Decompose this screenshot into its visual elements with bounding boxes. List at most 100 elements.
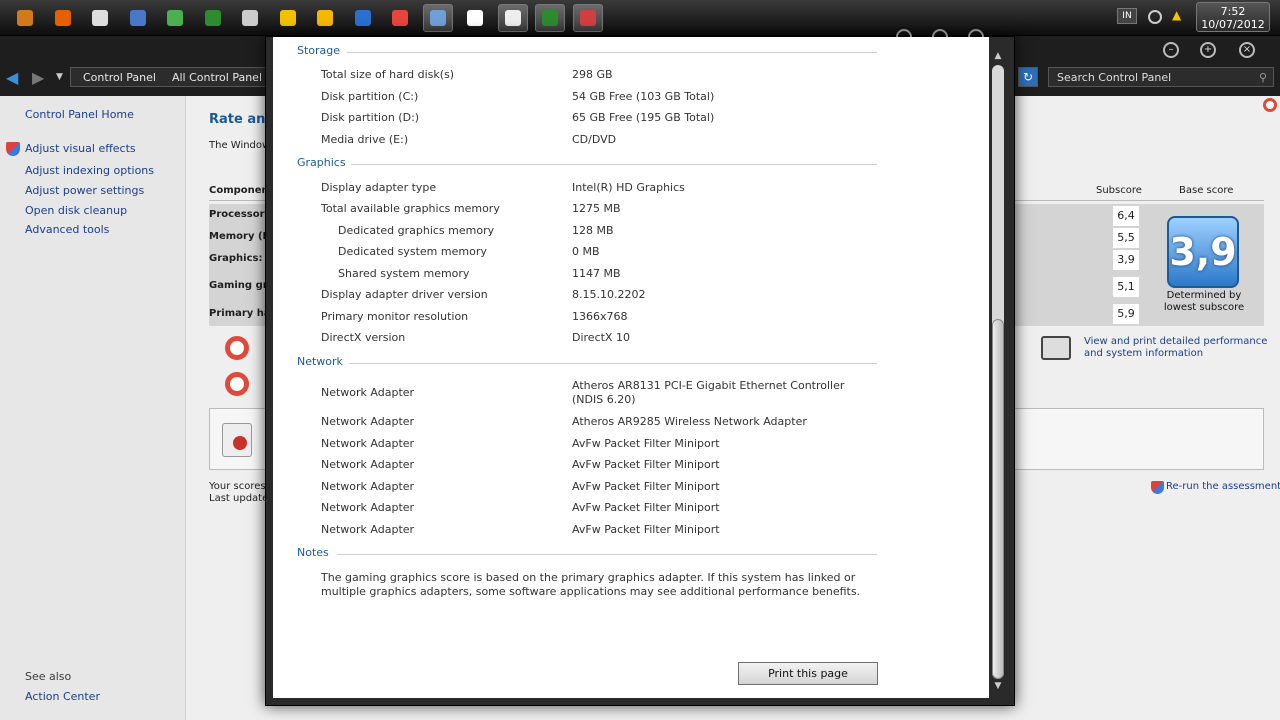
storage-row-value: 298 GB — [572, 68, 613, 81]
network-row-value: AvFw Packet Filter Miniport — [572, 480, 720, 493]
printer-icon[interactable] — [1041, 336, 1071, 360]
power-icon[interactable] — [1148, 10, 1162, 24]
close-button[interactable]: × — [1239, 42, 1255, 58]
inkscape-icon — [242, 10, 258, 26]
back-arrow-icon[interactable]: ◀ — [6, 68, 18, 87]
graphics-row-value: 0 MB — [572, 245, 600, 258]
blackberry-icon — [92, 10, 108, 26]
section-divider — [347, 52, 877, 53]
graphics-row-label: Shared system memory — [338, 267, 470, 280]
storage-row-value: CD/DVD — [572, 133, 617, 146]
taskbar: IN ▲ 7:52 10/07/2012 — [0, 0, 1280, 36]
section-divider — [351, 164, 877, 165]
lifebuoy-icon[interactable] — [225, 336, 249, 360]
graphics-row-label: Display adapter driver version — [321, 288, 488, 301]
breadcrumb-control-panel[interactable]: Control Panel — [75, 71, 164, 84]
graphics-row-value: 1147 MB — [572, 267, 621, 280]
network-row-label: Network Adapter — [321, 458, 415, 471]
search-icon[interactable]: ⚲ — [1259, 71, 1267, 84]
section-notes: Notes — [297, 546, 329, 559]
component-graphics: Graphics: — [209, 253, 263, 264]
taskbar-button[interactable] — [85, 4, 115, 32]
notes-text: The gaming graphics score is based on th… — [321, 571, 861, 598]
network-row-label: Network Adapter — [321, 437, 415, 450]
disk-icon — [579, 10, 596, 26]
system-details-dialog: Storage Total size of hard disk(s) 298 G… — [265, 29, 1015, 706]
taskbar-button[interactable] — [460, 4, 490, 32]
taskbar-button[interactable] — [123, 4, 153, 32]
sidebar-advanced-tools[interactable]: Advanced tools — [25, 223, 109, 236]
help-icon[interactable] — [1263, 98, 1277, 112]
see-also-heading: See also — [25, 670, 72, 683]
docs-icon — [129, 10, 146, 26]
clock-app-icon — [467, 10, 483, 26]
cloud-icon — [167, 10, 183, 26]
taskbar-button[interactable] — [535, 4, 565, 32]
subscore-gaming-graphics: 5,1 — [1113, 277, 1139, 297]
forward-arrow-icon[interactable]: ▶ — [32, 68, 44, 87]
sidebar-open-disk-cleanup[interactable]: Open disk cleanup — [25, 204, 127, 217]
view-print-details-link[interactable]: View and print detailed performance and … — [1084, 336, 1274, 360]
graphics-row-value: 8.15.10.2202 — [572, 288, 646, 301]
storage-row-value: 65 GB Free (195 GB Total) — [572, 111, 715, 124]
taskbar-button[interactable] — [385, 4, 415, 32]
scroll-track[interactable] — [992, 65, 1004, 679]
taskbar-button[interactable] — [160, 4, 190, 32]
graphics-row-label: DirectX version — [321, 331, 406, 344]
recent-pages-chevron-icon[interactable]: ▼ — [56, 72, 63, 82]
sidebar-adjust-indexing-options[interactable]: Adjust indexing options — [25, 164, 154, 177]
explorer-icon — [429, 10, 446, 26]
taskbar-button[interactable] — [422, 4, 453, 32]
network-row-value: AvFw Packet Filter Miniport — [572, 523, 720, 536]
taskbar-button[interactable] — [10, 4, 40, 32]
language-indicator[interactable]: IN — [1117, 8, 1137, 24]
taskbar-button[interactable] — [497, 4, 528, 32]
vertical-scrollbar[interactable]: ▲ ▼ — [989, 49, 1007, 699]
taskbar-button[interactable] — [572, 4, 603, 32]
shield-icon — [6, 142, 20, 156]
graphics-row-value: Intel(R) HD Graphics — [572, 181, 685, 194]
search-placeholder: Search Control Panel — [1057, 71, 1172, 84]
scroll-thumb[interactable] — [992, 319, 1004, 679]
print-page-button[interactable]: Print this page — [738, 662, 878, 685]
taskbar-button[interactable] — [235, 4, 265, 32]
monitor-icon — [542, 10, 558, 26]
section-storage: Storage — [297, 44, 341, 57]
warning-icon[interactable]: ▲ — [1172, 8, 1181, 22]
mail-icon — [279, 10, 296, 26]
search-input[interactable]: Search Control Panel ⚲ — [1048, 67, 1274, 87]
maximize-button[interactable]: + — [1200, 42, 1216, 58]
refresh-icon[interactable]: ↻ — [1018, 67, 1038, 87]
storage-row-label: Media drive (E:) — [321, 133, 409, 146]
graphics-row-value: 1366x768 — [572, 310, 628, 323]
clock-time: 7:52 — [1220, 5, 1246, 18]
sidebar-adjust-visual-effects[interactable]: Adjust visual effects — [25, 142, 136, 155]
sidebar-action-center[interactable]: Action Center — [25, 690, 100, 703]
graphics-row-label: Display adapter type — [321, 181, 437, 194]
lifebuoy-icon[interactable] — [225, 372, 249, 396]
storage-row-value: 54 GB Free (103 GB Total) — [572, 90, 715, 103]
component-gaming-graphics: Gaming gr — [209, 280, 268, 291]
component-primary-hard-disk: Primary ha — [209, 308, 271, 319]
taskbar-button[interactable] — [198, 4, 228, 32]
network-row-label: Network Adapter — [321, 480, 415, 493]
storage-row-label: Disk partition (C:) — [321, 90, 419, 103]
system-clock[interactable]: 7:52 10/07/2012 — [1196, 2, 1270, 32]
scroll-up-arrow-icon[interactable]: ▲ — [992, 51, 1004, 63]
taskbar-button[interactable] — [273, 4, 303, 32]
graphics-row-value: 128 MB — [572, 224, 614, 237]
taskbar-button[interactable] — [310, 4, 340, 32]
sidebar-control-panel-home[interactable]: Control Panel Home — [25, 108, 134, 121]
taskbar-button[interactable] — [48, 4, 78, 32]
minimize-button[interactable]: – — [1163, 42, 1179, 58]
terminal-icon — [204, 10, 221, 26]
taskbar-button[interactable] — [348, 4, 378, 32]
section-network: Network — [297, 355, 343, 368]
sidebar-adjust-power-settings[interactable]: Adjust power settings — [25, 184, 144, 197]
address-bar[interactable]: Control Panel All Control Panel Ite — [70, 67, 280, 87]
scroll-down-arrow-icon[interactable]: ▼ — [992, 681, 1004, 693]
rerun-assessment-link[interactable]: Re-run the assessment — [1166, 481, 1280, 492]
column-component: Componen — [209, 185, 269, 196]
network-row-value: AvFw Packet Filter Miniport — [572, 458, 720, 471]
shield-icon — [1151, 481, 1164, 494]
